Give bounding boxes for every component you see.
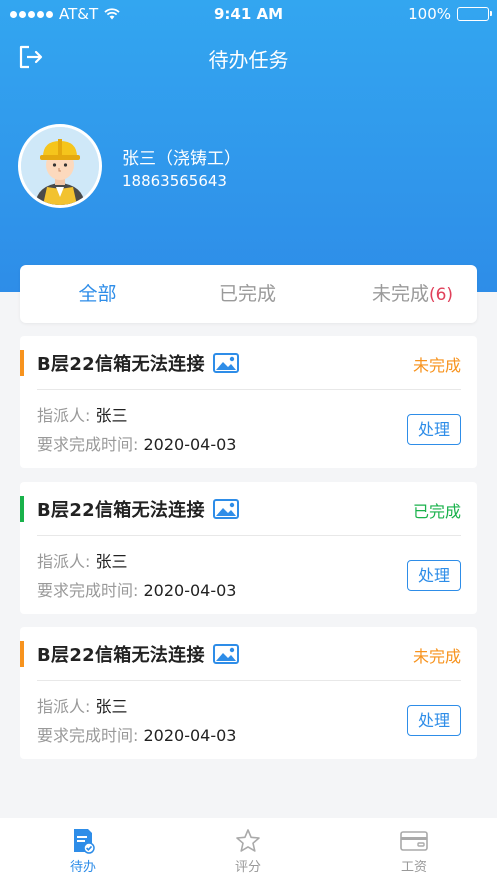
- status-badge: 未完成: [412, 647, 461, 666]
- battery-percent: 100%: [408, 5, 451, 23]
- tabbar-item-salary[interactable]: 工资: [384, 828, 444, 875]
- assigner-value: 张三: [95, 697, 128, 716]
- tab-completed[interactable]: 已完成: [200, 265, 295, 323]
- status-indicator-bar: [20, 350, 24, 376]
- assigner-value: 张三: [95, 406, 128, 425]
- due-value: 2020-04-03: [143, 435, 237, 454]
- incomplete-count-badge: (6): [428, 285, 454, 305]
- assigner-row: 指派人: 张三: [37, 693, 128, 717]
- nav-bar: 待办任务: [0, 36, 497, 76]
- battery-icon: [457, 7, 492, 21]
- due-row: 要求完成时间: 2020-04-03: [37, 722, 236, 746]
- filter-tabs: 全部 已完成 未完成(6): [20, 265, 477, 323]
- task-title-text: B层22信箱无法连接: [37, 645, 205, 666]
- assigner-row: 指派人: 张三: [37, 548, 128, 572]
- due-value: 2020-04-03: [143, 726, 237, 745]
- todo-icon: [74, 829, 95, 854]
- divider: [37, 680, 461, 681]
- task-card[interactable]: B层22信箱无法连接 已完成 指派人: 张三 要求完成时间: 2020-04-0…: [20, 482, 477, 614]
- image-icon[interactable]: [212, 644, 239, 664]
- avatar: [18, 124, 102, 208]
- tab-incomplete-label: 未完成: [371, 283, 429, 305]
- worker-avatar-icon: [21, 127, 99, 205]
- due-label: 要求完成时间:: [37, 581, 139, 600]
- due-value: 2020-04-03: [143, 581, 237, 600]
- tab-all[interactable]: 全部: [50, 265, 145, 323]
- status-indicator-bar: [20, 641, 24, 667]
- tabbar-label-todo: 待办: [69, 860, 96, 875]
- user-name: 张三（浇铸工）: [122, 149, 241, 169]
- task-title: B层22信箱无法连接: [37, 641, 239, 667]
- status-badge: 未完成: [412, 356, 461, 375]
- assigner-label: 指派人:: [37, 697, 91, 716]
- tab-incomplete[interactable]: 未完成(6): [355, 265, 470, 323]
- process-button[interactable]: 处理: [407, 560, 461, 591]
- status-bar: AT&T 9:41 AM 100%: [0, 0, 497, 28]
- bottom-tab-bar: 待办 评分 工资: [0, 818, 497, 883]
- status-badge: 已完成: [412, 502, 461, 521]
- tabbar-label-rating: 评分: [234, 860, 261, 875]
- task-card[interactable]: B层22信箱无法连接 未完成 指派人: 张三 要求完成时间: 2020-04-0…: [20, 627, 477, 759]
- process-button[interactable]: 处理: [407, 705, 461, 736]
- wallet-icon: [400, 831, 428, 851]
- due-row: 要求完成时间: 2020-04-03: [37, 431, 236, 455]
- due-row: 要求完成时间: 2020-04-03: [37, 577, 236, 601]
- task-title: B层22信箱无法连接: [37, 496, 239, 522]
- assigner-label: 指派人:: [37, 406, 91, 425]
- due-label: 要求完成时间:: [37, 435, 139, 454]
- image-icon[interactable]: [212, 353, 239, 373]
- page-title: 待办任务: [208, 48, 289, 72]
- task-card[interactable]: B层22信箱无法连接 未完成 指派人: 张三 要求完成时间: 2020-04-0…: [20, 336, 477, 468]
- assigner-label: 指派人:: [37, 552, 91, 571]
- task-title-text: B层22信箱无法连接: [37, 500, 205, 521]
- tabbar-item-todo[interactable]: 待办: [53, 828, 113, 875]
- image-icon[interactable]: [212, 499, 239, 519]
- divider: [37, 535, 461, 536]
- task-title: B层22信箱无法连接: [37, 350, 239, 376]
- tabbar-label-salary: 工资: [400, 860, 427, 875]
- assigner-row: 指派人: 张三: [37, 402, 128, 426]
- divider: [37, 389, 461, 390]
- user-phone: 18863565643: [122, 172, 227, 190]
- process-button[interactable]: 处理: [407, 414, 461, 445]
- status-indicator-bar: [20, 496, 24, 522]
- assigner-value: 张三: [95, 552, 128, 571]
- star-icon: [236, 829, 260, 852]
- task-title-text: B层22信箱无法连接: [37, 354, 205, 375]
- tabbar-item-rating[interactable]: 评分: [218, 828, 278, 875]
- due-label: 要求完成时间:: [37, 726, 139, 745]
